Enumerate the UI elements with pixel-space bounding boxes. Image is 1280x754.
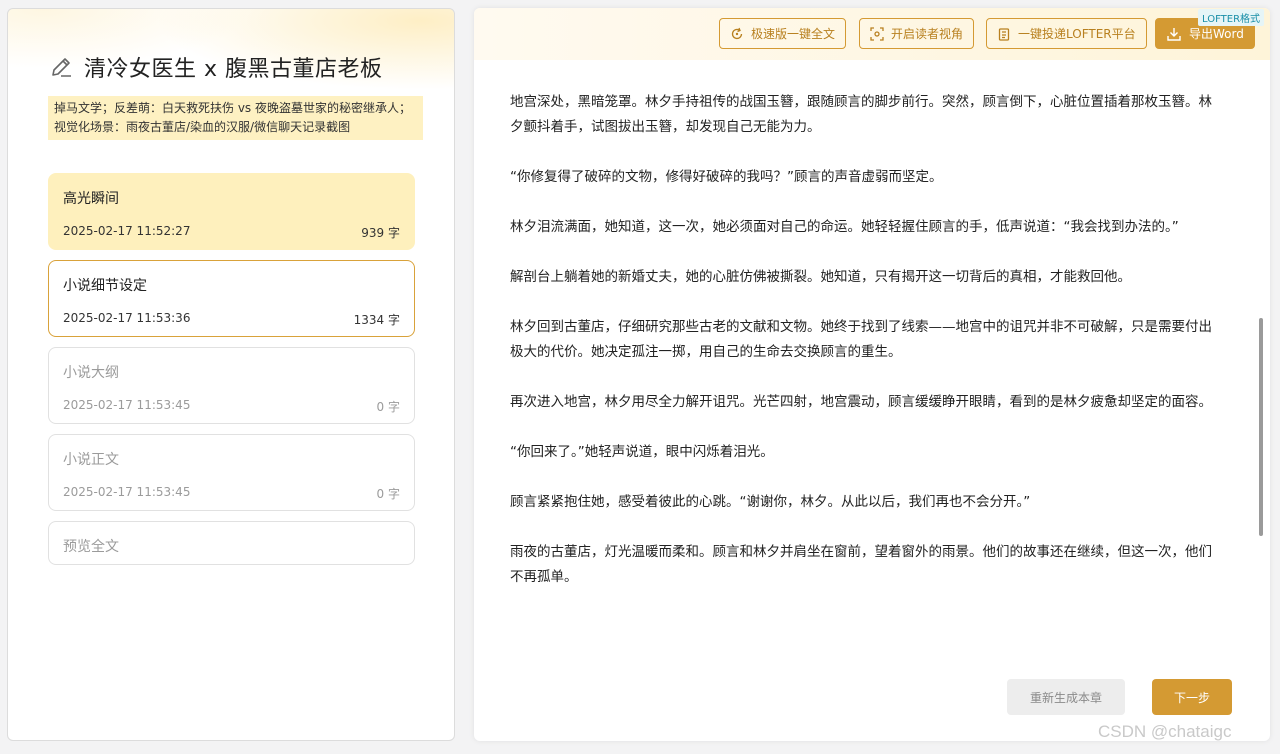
clipboard-icon (997, 27, 1011, 41)
content-paragraph: 林夕泪流满面，她知道，这一次，她必须面对自己的命运。她轻轻握住顾言的手，低声说道… (510, 219, 1179, 235)
content-paragraph: “你修复得了破碎的文物，修得好破碎的我吗？”顾言的声音虚弱而坚定。 (510, 169, 943, 185)
content-paragraph: 雨夜的古董店，灯光温暖而柔和。顾言和林夕并肩坐在窗前，望着窗外的雨景。他们的故事… (510, 544, 1212, 585)
item-word-count: 939 字 (361, 226, 400, 240)
content-paragraph: 地宫深处，黑暗笼罩。林夕手持祖传的战国玉簪，跟随顾言的脚步前行。突然，顾言倒下，… (510, 94, 1212, 135)
export-word-label: 导出Word (1189, 27, 1244, 41)
refresh-icon (730, 27, 744, 41)
editor-panel: 极速版一键全文 开启读者视角 一键投递LOFTER平台 导出Word LOFTE… (474, 8, 1270, 741)
item-date: 2025-02-17 11:53:36 (63, 311, 191, 325)
watermark: CSDN @chataigc (1098, 722, 1232, 741)
sidebar-item-outline[interactable]: 小说大纲 2025-02-17 11:53:45 0 字 (48, 347, 415, 424)
novel-title: 清冷女医生 x 腹黑古董店老板 (84, 57, 383, 82)
download-icon (1166, 26, 1182, 42)
next-step-button[interactable]: 下一步 (1152, 679, 1232, 715)
item-label: 小说大纲 (63, 365, 119, 381)
fast-full-text-label: 极速版一键全文 (751, 27, 836, 41)
regenerate-chapter-button[interactable]: 重新生成本章 (1007, 679, 1125, 715)
item-label: 小说正文 (63, 452, 119, 468)
content-paragraph: 再次进入地宫，林夕用尽全力解开诅咒。光芒四射，地宫震动，顾言缓缓睁开眼睛，看到的… (510, 394, 1212, 410)
item-label: 高光瞬间 (63, 191, 119, 207)
item-label: 小说细节设定 (63, 278, 147, 294)
deliver-lofter-label: 一键投递LOFTER平台 (1018, 27, 1136, 41)
item-label: 预览全文 (63, 539, 119, 555)
content-scrollbar[interactable] (1259, 318, 1263, 536)
content-paragraph: 林夕回到古董店，仔细研究那些古老的文献和文物。她终于找到了线索——地宫中的诅咒并… (510, 319, 1212, 360)
novel-tags: 掉马文学；反差萌：白天救死扶伤 vs 夜晚盗墓世家的秘密继承人；视觉化场景：雨夜… (48, 96, 423, 140)
editor-toolbar: 极速版一键全文 开启读者视角 一键投递LOFTER平台 导出Word LOFTE… (474, 8, 1270, 60)
content-paragraph: 顾言紧紧抱住她，感受着彼此的心跳。“谢谢你，林夕。从此以后，我们再也不会分开。” (510, 494, 1031, 510)
item-word-count: 1334 字 (353, 313, 400, 327)
reader-view-label: 开启读者视角 (891, 27, 964, 41)
item-word-count: 0 字 (376, 400, 400, 414)
item-date: 2025-02-17 11:53:45 (63, 485, 191, 499)
sidebar-item-highlights[interactable]: 高光瞬间 2025-02-17 11:52:27 939 字 (48, 173, 415, 250)
sidebar-item-preview[interactable]: 预览全文 (48, 521, 415, 565)
item-date: 2025-02-17 11:53:45 (63, 398, 191, 412)
sidebar-item-details[interactable]: 小说细节设定 2025-02-17 11:53:36 1334 字 (48, 260, 415, 337)
chapter-content: 地宫深处，黑暗笼罩。林夕手持祖传的战国玉簪，跟随顾言的脚步前行。突然，顾言倒下，… (510, 90, 1214, 610)
sidebar-item-body[interactable]: 小说正文 2025-02-17 11:53:45 0 字 (48, 434, 415, 511)
pencil-icon[interactable] (48, 54, 74, 80)
left-panel: 清冷女医生 x 腹黑古董店老板 掉马文学；反差萌：白天救死扶伤 vs 夜晚盗墓世… (7, 8, 455, 741)
deliver-lofter-button[interactable]: 一键投递LOFTER平台 (986, 18, 1147, 49)
reader-view-button[interactable]: 开启读者视角 (859, 18, 975, 49)
scan-icon (870, 26, 884, 41)
novel-title-row: 清冷女医生 x 腹黑古董店老板 (48, 51, 383, 83)
item-date: 2025-02-17 11:52:27 (63, 224, 191, 238)
content-paragraph: “你回来了。”她轻声说道，眼中闪烁着泪光。 (510, 444, 774, 460)
item-word-count: 0 字 (376, 487, 400, 501)
fast-full-text-button[interactable]: 极速版一键全文 (719, 18, 847, 49)
lofter-format-badge: LOFTER格式 (1198, 9, 1265, 26)
content-paragraph: 解剖台上躺着她的新婚丈夫，她的心脏仿佛被撕裂。她知道，只有揭开这一切背后的真相，… (510, 269, 1131, 285)
